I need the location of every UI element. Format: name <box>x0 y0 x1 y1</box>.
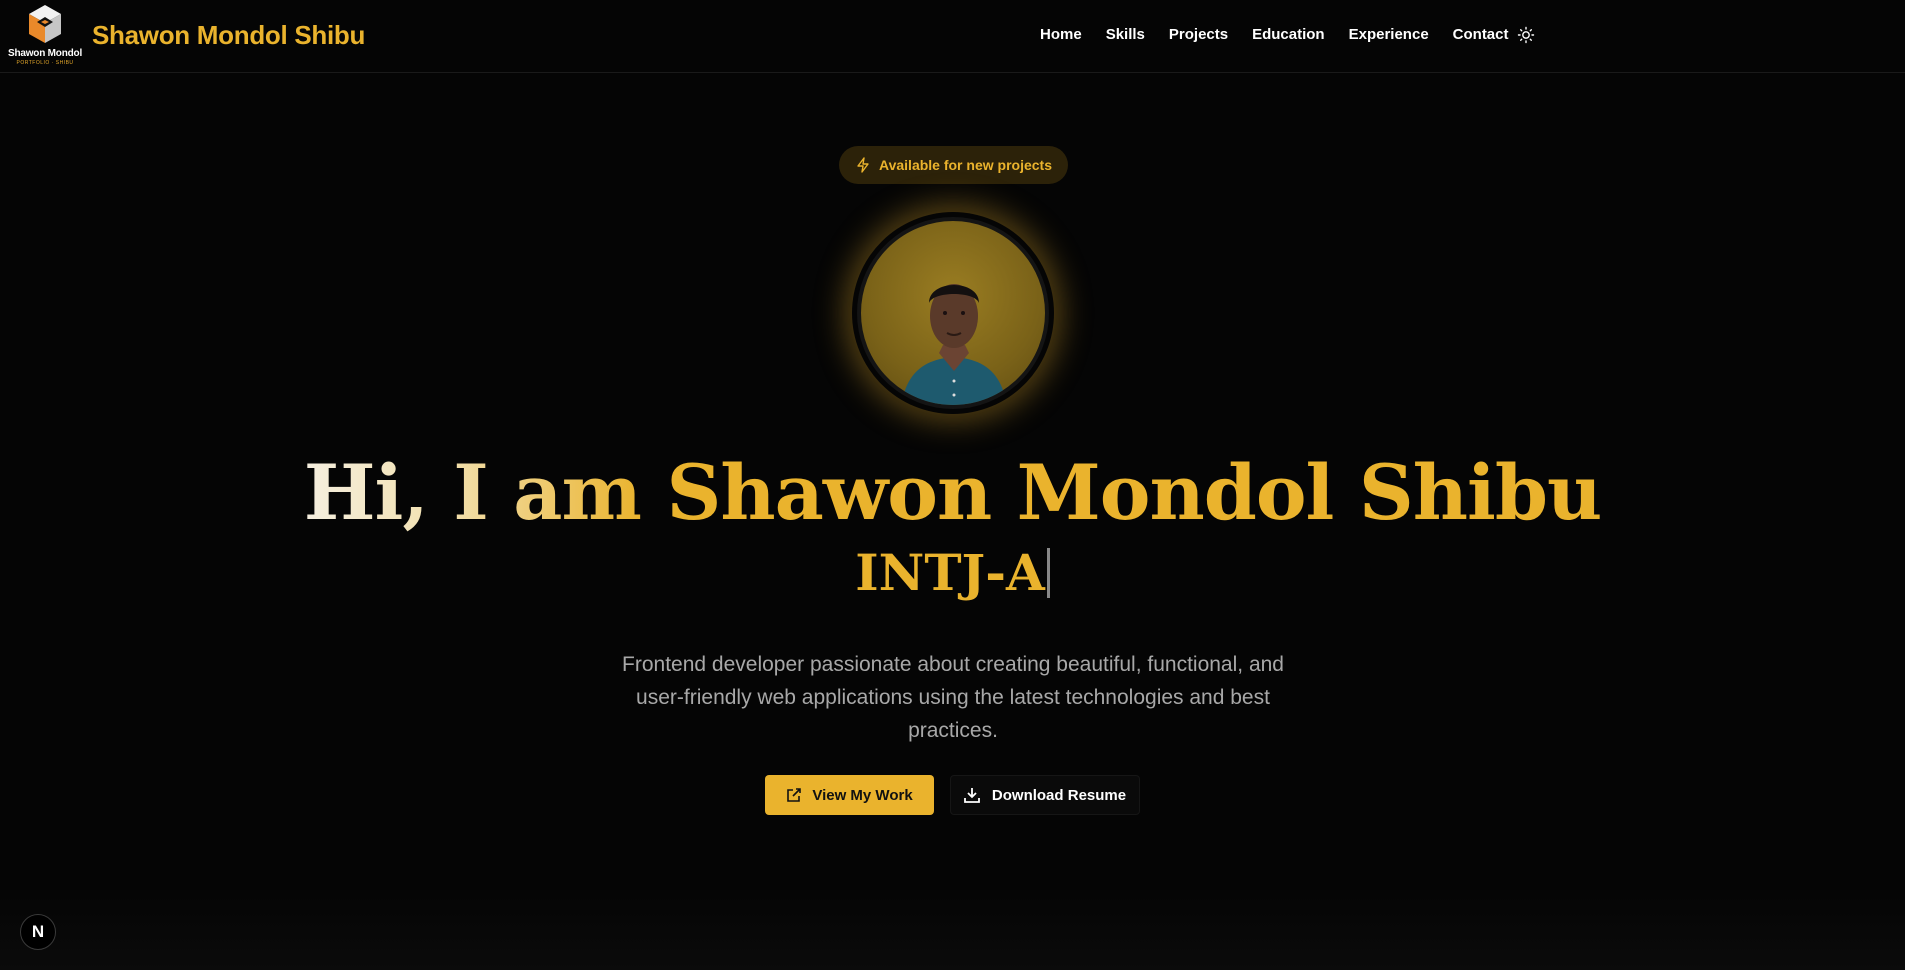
logo-cube-icon <box>29 5 61 43</box>
logo-subtitle: PORTFOLIO · SHIBU <box>16 60 74 66</box>
site-logo[interactable]: Shawon Mondol PORTFOLIO · SHIBU <box>8 3 82 69</box>
download-icon <box>964 788 980 803</box>
availability-text: Available for new projects <box>879 157 1052 173</box>
typewriter-cursor <box>1046 548 1050 598</box>
download-resume-label: Download Resume <box>991 786 1127 804</box>
external-link-icon <box>787 788 802 802</box>
greeting-text: Hi, I am <box>303 448 642 537</box>
availability-badge: Available for new projects <box>839 146 1068 184</box>
next-section-band <box>0 895 1905 970</box>
logo-name: Shawon Mondol <box>7 48 83 59</box>
nav-link-projects[interactable]: Projects <box>1169 26 1228 43</box>
nav-links: Home Skills Projects Education Experienc… <box>1040 26 1533 43</box>
brand-title[interactable]: Shawon Mondol Shibu <box>92 20 365 51</box>
profile-photo-frame <box>852 212 1054 414</box>
nav-link-home[interactable]: Home <box>1040 26 1082 43</box>
download-resume-button[interactable]: Download Resume <box>950 775 1140 815</box>
person-silhouette <box>901 284 1007 405</box>
nextjs-dev-indicator[interactable]: N <box>20 914 56 950</box>
nav-link-experience[interactable]: Experience <box>1349 26 1429 43</box>
view-my-work-button[interactable]: View My Work <box>765 775 934 815</box>
hero-name: Shawon Mondol Shibu <box>666 448 1602 537</box>
hero-description: Frontend developer passionate about crea… <box>622 653 1284 742</box>
sun-icon[interactable] <box>1517 26 1535 44</box>
hero-headline: Hi, I am Shawon Mondol Shibu <box>0 455 1905 531</box>
nav-link-skills[interactable]: Skills <box>1106 26 1145 43</box>
navbar: Shawon Mondol PORTFOLIO · SHIBU Shawon M… <box>0 0 1905 73</box>
nav-link-education[interactable]: Education <box>1252 26 1325 43</box>
profile-photo <box>857 217 1049 409</box>
typewriter-line: INTJ-A <box>0 548 1905 598</box>
typewriter-text: INTJ-A <box>855 543 1045 602</box>
lightning-icon <box>857 157 869 173</box>
nav-link-contact[interactable]: Contact <box>1453 26 1509 43</box>
view-my-work-label: View My Work <box>812 786 913 804</box>
